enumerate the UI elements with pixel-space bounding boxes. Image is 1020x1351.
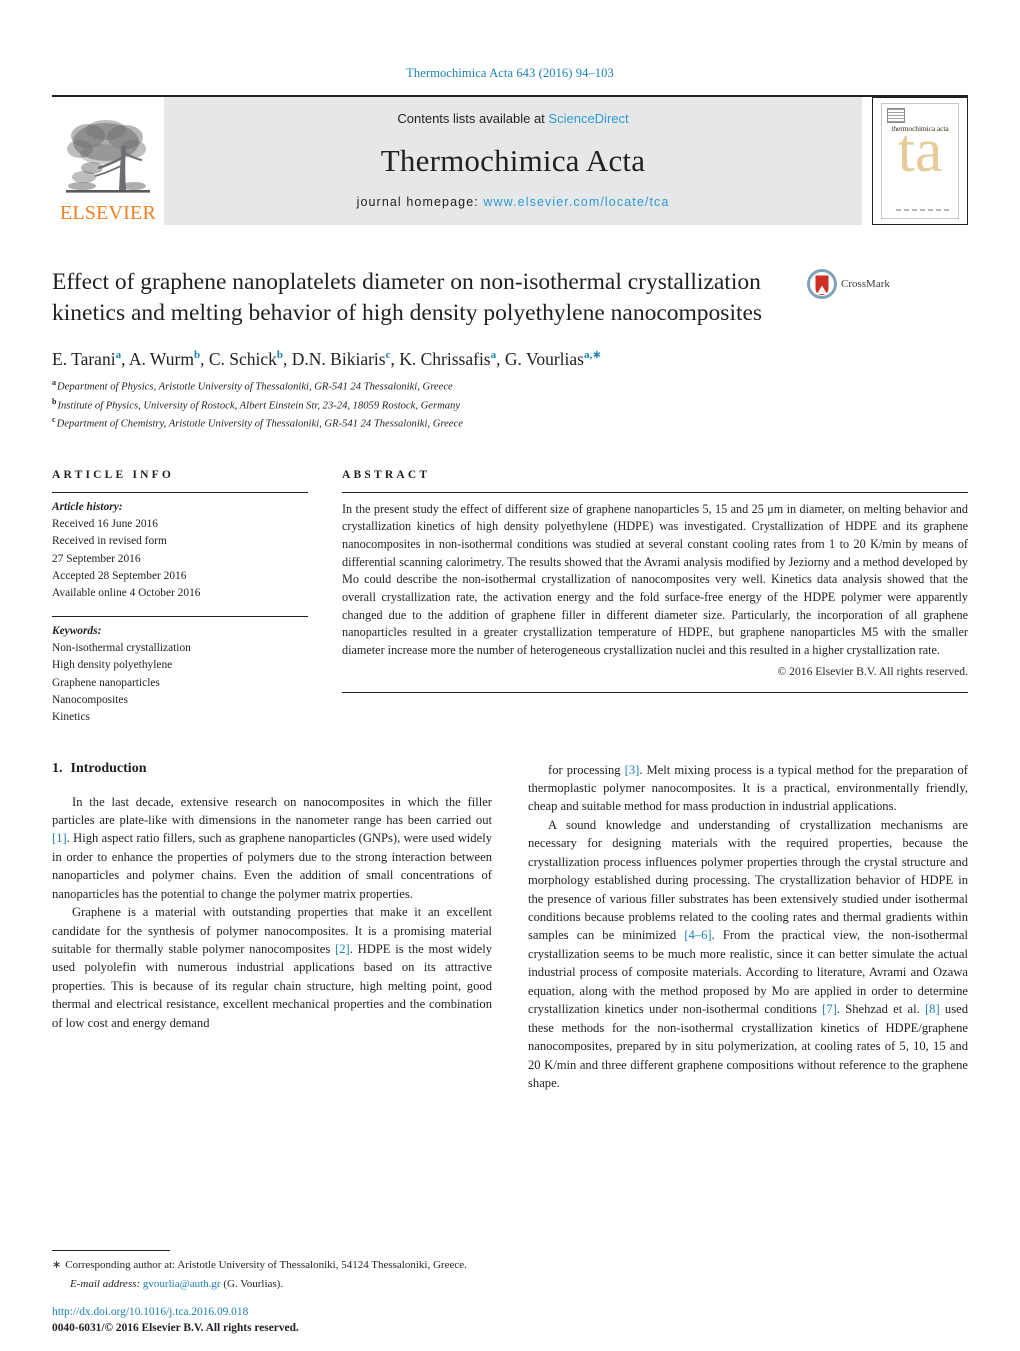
author-list: E. Tarania, A. Wurmb, C. Schickb, D.N. B… — [52, 348, 602, 369]
elsevier-tree-icon — [66, 120, 150, 193]
body-columns: 1. Introduction In the last decade, exten… — [52, 761, 968, 1093]
masthead-center-band: Contents lists available at ScienceDirec… — [164, 97, 862, 225]
title-block: Effect of graphene nanoplatelets diamete… — [52, 267, 968, 329]
abstract-column: ABSTRACT In the present study the effect… — [342, 469, 968, 727]
affiliation-text: Department of Physics, Aristotle Univers… — [57, 381, 453, 393]
affiliation-letter: b — [52, 396, 57, 406]
keyword-item: Kinetics — [52, 711, 90, 724]
body-paragraph: for processing [3]. Melt mixing process … — [528, 762, 969, 814]
cover-inner: ta thermochimica acta — [881, 103, 959, 219]
affiliation-item: bInstitute of Physics, University of Ros… — [52, 396, 968, 414]
email-note: E-mail address: gvourlia@auth.gr (G. Vou… — [52, 1277, 492, 1293]
contents-available-line: Contents lists available at ScienceDirec… — [397, 111, 628, 126]
keyword-item: Graphene nanoparticles — [52, 676, 160, 689]
keywords-label: Keywords: — [52, 624, 102, 637]
abstract-heading: ABSTRACT — [342, 468, 431, 481]
cover-journal-name: thermochimica acta — [891, 124, 949, 133]
keywords-lines: Non-isothermal crystallization High densi… — [52, 640, 308, 727]
issn-copyright-line: 0040-6031/© 2016 Elsevier B.V. All right… — [52, 1322, 299, 1335]
affiliation-letter: c — [52, 415, 56, 425]
body-paragraph: In the last decade, extensive research o… — [52, 794, 492, 901]
corresponding-star: ∗ — [52, 1259, 62, 1272]
abstract-text: In the present study the effect of diffe… — [342, 501, 968, 658]
email-link[interactable]: gvourlia@auth.gr — [143, 1278, 221, 1290]
contents-prefix: Contents lists available at — [397, 111, 545, 126]
journal-cover-thumbnail: ta thermochimica acta — [872, 97, 968, 225]
body-paragraph: A sound knowledge and understanding of c… — [528, 817, 969, 1090]
article-info-column: ARTICLE INFO Article history: Received 1… — [52, 469, 342, 727]
affiliation-text: Department of Chemistry, Aristotle Unive… — [56, 418, 463, 430]
section-number: 1. — [52, 760, 63, 776]
journal-masthead: ELSEVIER Contents lists available at Sci… — [52, 95, 968, 225]
homepage-link[interactable]: www.elsevier.com/locate/tca — [483, 195, 669, 209]
paper-page: Thermochimica Acta 643 (2016) 94–103 ELS… — [0, 0, 1020, 1351]
article-history-lines: Received 16 June 2016 Received in revised… — [52, 516, 308, 603]
article-history-label: Article history: — [52, 500, 123, 513]
running-head: Thermochimica Acta 643 (2016) 94–103 — [406, 66, 614, 80]
affiliation-list: aDepartment of Physics, Aristotle Univer… — [52, 377, 968, 432]
section-title: Introduction — [70, 760, 147, 776]
affiliation-item: cDepartment of Chemistry, Aristotle Univ… — [52, 414, 968, 432]
intro-left-paragraphs: In the last decade, extensive research o… — [52, 793, 492, 1033]
section-heading-introduction: 1. Introduction — [52, 761, 492, 777]
article-history-line: Available online 4 October 2016 — [52, 587, 201, 600]
article-history-line: Accepted 28 September 2016 — [52, 569, 187, 582]
body-paragraph: Graphene is a material with outstanding … — [52, 905, 492, 1030]
affiliation-letter: a — [52, 378, 56, 388]
footnote-block: ∗ Corresponding author at: Aristotle Univ… — [52, 1250, 492, 1293]
article-history: Article history: Received 16 June 2016 Re… — [52, 493, 308, 603]
keyword-item: High density polyethylene — [52, 659, 173, 672]
keywords-block: Keywords: Non-isothermal crystallization… — [52, 617, 308, 727]
crossmark-icon — [807, 269, 837, 299]
corresponding-text: Corresponding author at: Aristotle Unive… — [65, 1259, 467, 1272]
abstract-rule-bottom — [342, 691, 968, 693]
email-owner: (G. Vourlias). — [223, 1278, 284, 1291]
info-abstract-region: ARTICLE INFO Article history: Received 1… — [52, 469, 968, 727]
keyword-item: Non-isothermal crystallization — [52, 641, 191, 654]
body-column-left: 1. Introduction In the last decade, exten… — [52, 761, 492, 1093]
affiliation-item: aDepartment of Physics, Aristotle Univer… — [52, 377, 968, 395]
article-history-line: 27 September 2016 — [52, 552, 141, 565]
cover-bottom-rule — [896, 209, 950, 211]
article-info-heading: ARTICLE INFO — [52, 468, 175, 481]
crossmark-label: CrossMark — [841, 278, 890, 290]
journal-title: Thermochimica Acta — [380, 142, 646, 178]
crossmark-badge[interactable]: CrossMark — [807, 269, 911, 299]
abstract-copyright: © 2016 Elsevier B.V. All rights reserved… — [777, 664, 968, 678]
article-history-line: Received in revised form — [52, 535, 167, 548]
sciencedirect-link[interactable]: ScienceDirect — [548, 111, 628, 126]
journal-homepage-line: journal homepage: www.elsevier.com/locat… — [357, 195, 670, 209]
homepage-prefix: journal homepage: — [356, 195, 479, 209]
doi-block: http://dx.doi.org/10.1016/j.tca.2016.09.… — [52, 1304, 512, 1337]
doi-link[interactable]: http://dx.doi.org/10.1016/j.tca.2016.09.… — [52, 1304, 512, 1321]
body-column-right: for processing [3]. Melt mixing process … — [528, 761, 968, 1093]
keyword-item: Nanocomposites — [52, 693, 128, 706]
elsevier-wordmark: ELSEVIER — [59, 202, 157, 224]
footnote-rule — [52, 1250, 170, 1252]
email-label: E-mail address: — [70, 1278, 141, 1291]
article-history-line: Received 16 June 2016 — [52, 517, 158, 530]
corresponding-author-note: ∗ Corresponding author at: Aristotle Univ… — [52, 1258, 492, 1274]
article-title: Effect of graphene nanoplatelets diamete… — [52, 269, 763, 326]
intro-right-paragraphs: for processing [3]. Melt mixing process … — [528, 761, 968, 1093]
affiliation-text: Institute of Physics, University of Rost… — [57, 400, 461, 412]
elsevier-logo: ELSEVIER — [52, 97, 164, 225]
